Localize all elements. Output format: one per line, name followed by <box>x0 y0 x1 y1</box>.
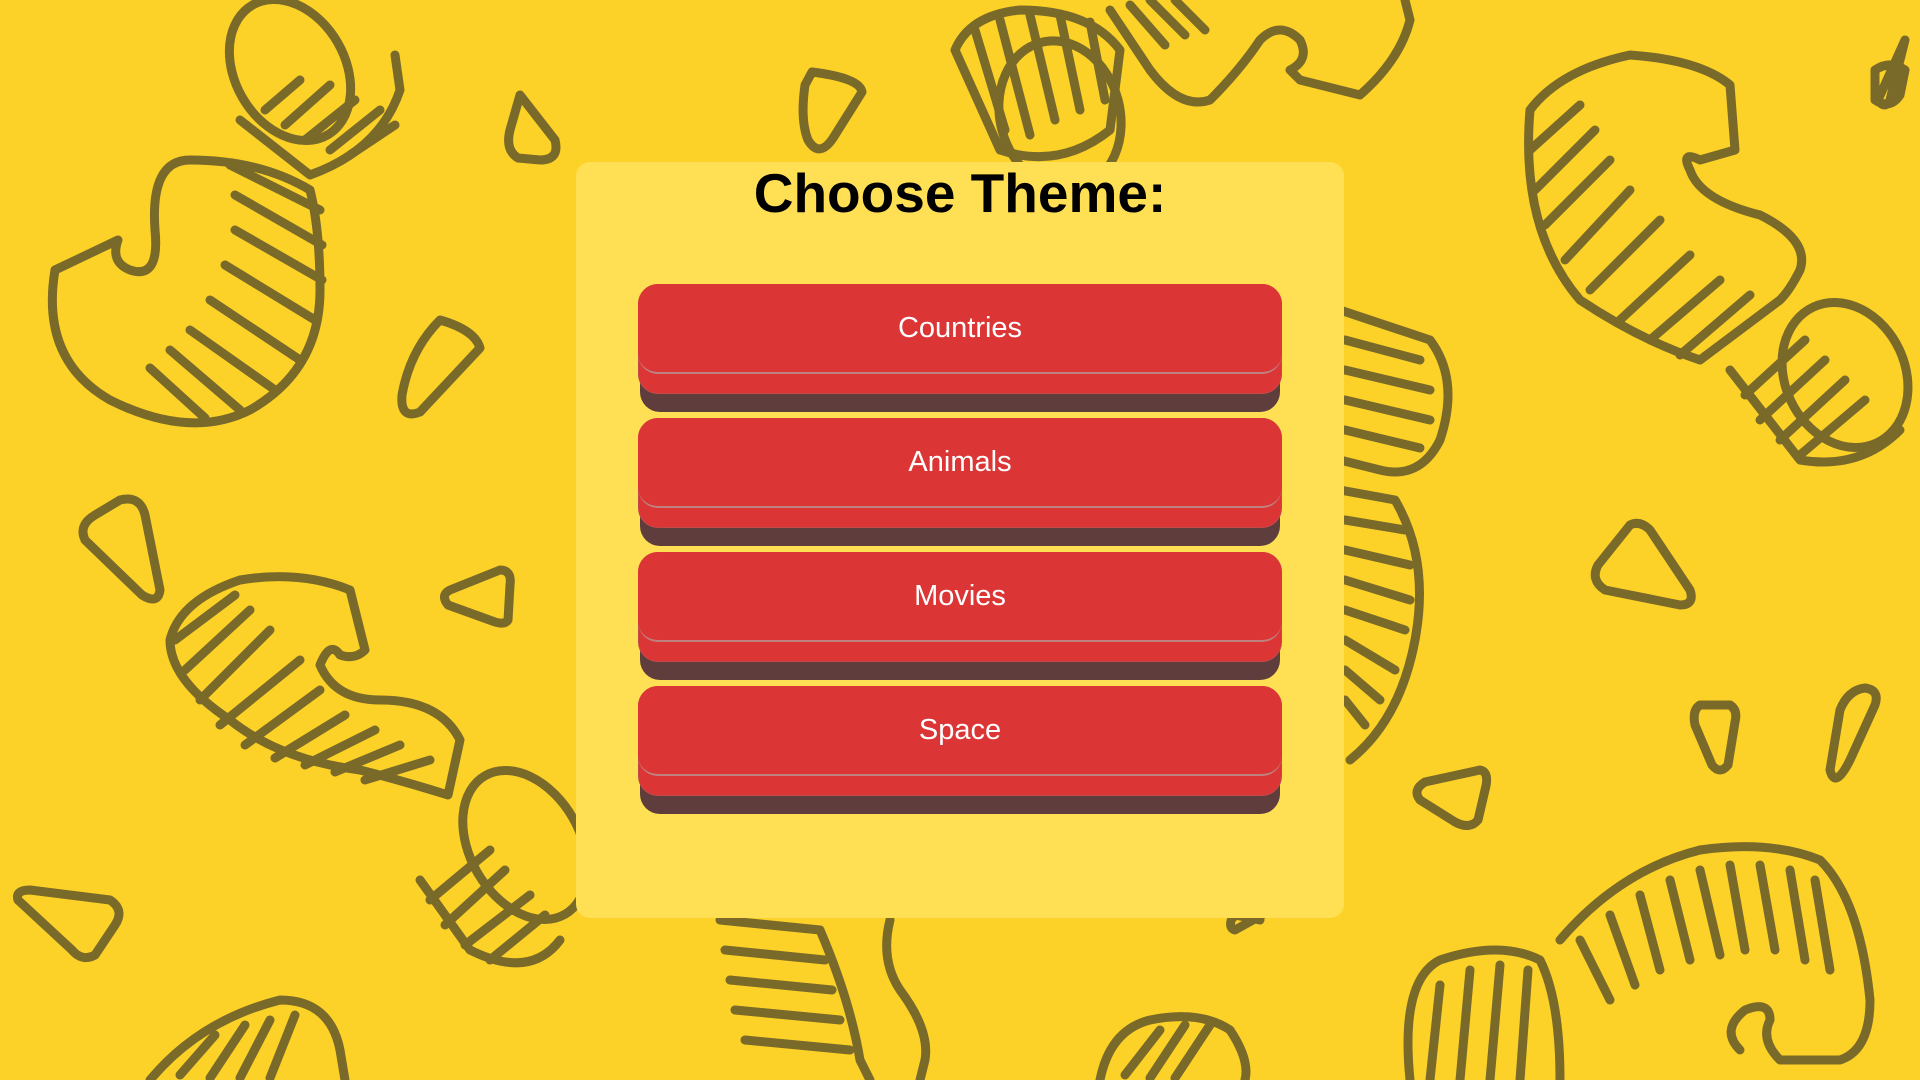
theme-button-list: Countries Animals Movies Space <box>638 284 1282 820</box>
theme-button-countries[interactable]: Countries <box>638 284 1282 412</box>
page-title: Choose Theme: <box>753 162 1167 224</box>
theme-button-space[interactable]: Space <box>638 686 1282 814</box>
theme-button-label: Space <box>918 714 1002 746</box>
theme-button-movies[interactable]: Movies <box>638 552 1282 680</box>
theme-button-label: Countries <box>897 312 1023 344</box>
theme-button-label: Animals <box>908 446 1012 478</box>
theme-button-animals[interactable]: Animals <box>638 418 1282 546</box>
theme-selection-panel: Choose Theme: Countries Animals Movies S… <box>576 162 1344 918</box>
theme-button-label: Movies <box>914 580 1006 612</box>
